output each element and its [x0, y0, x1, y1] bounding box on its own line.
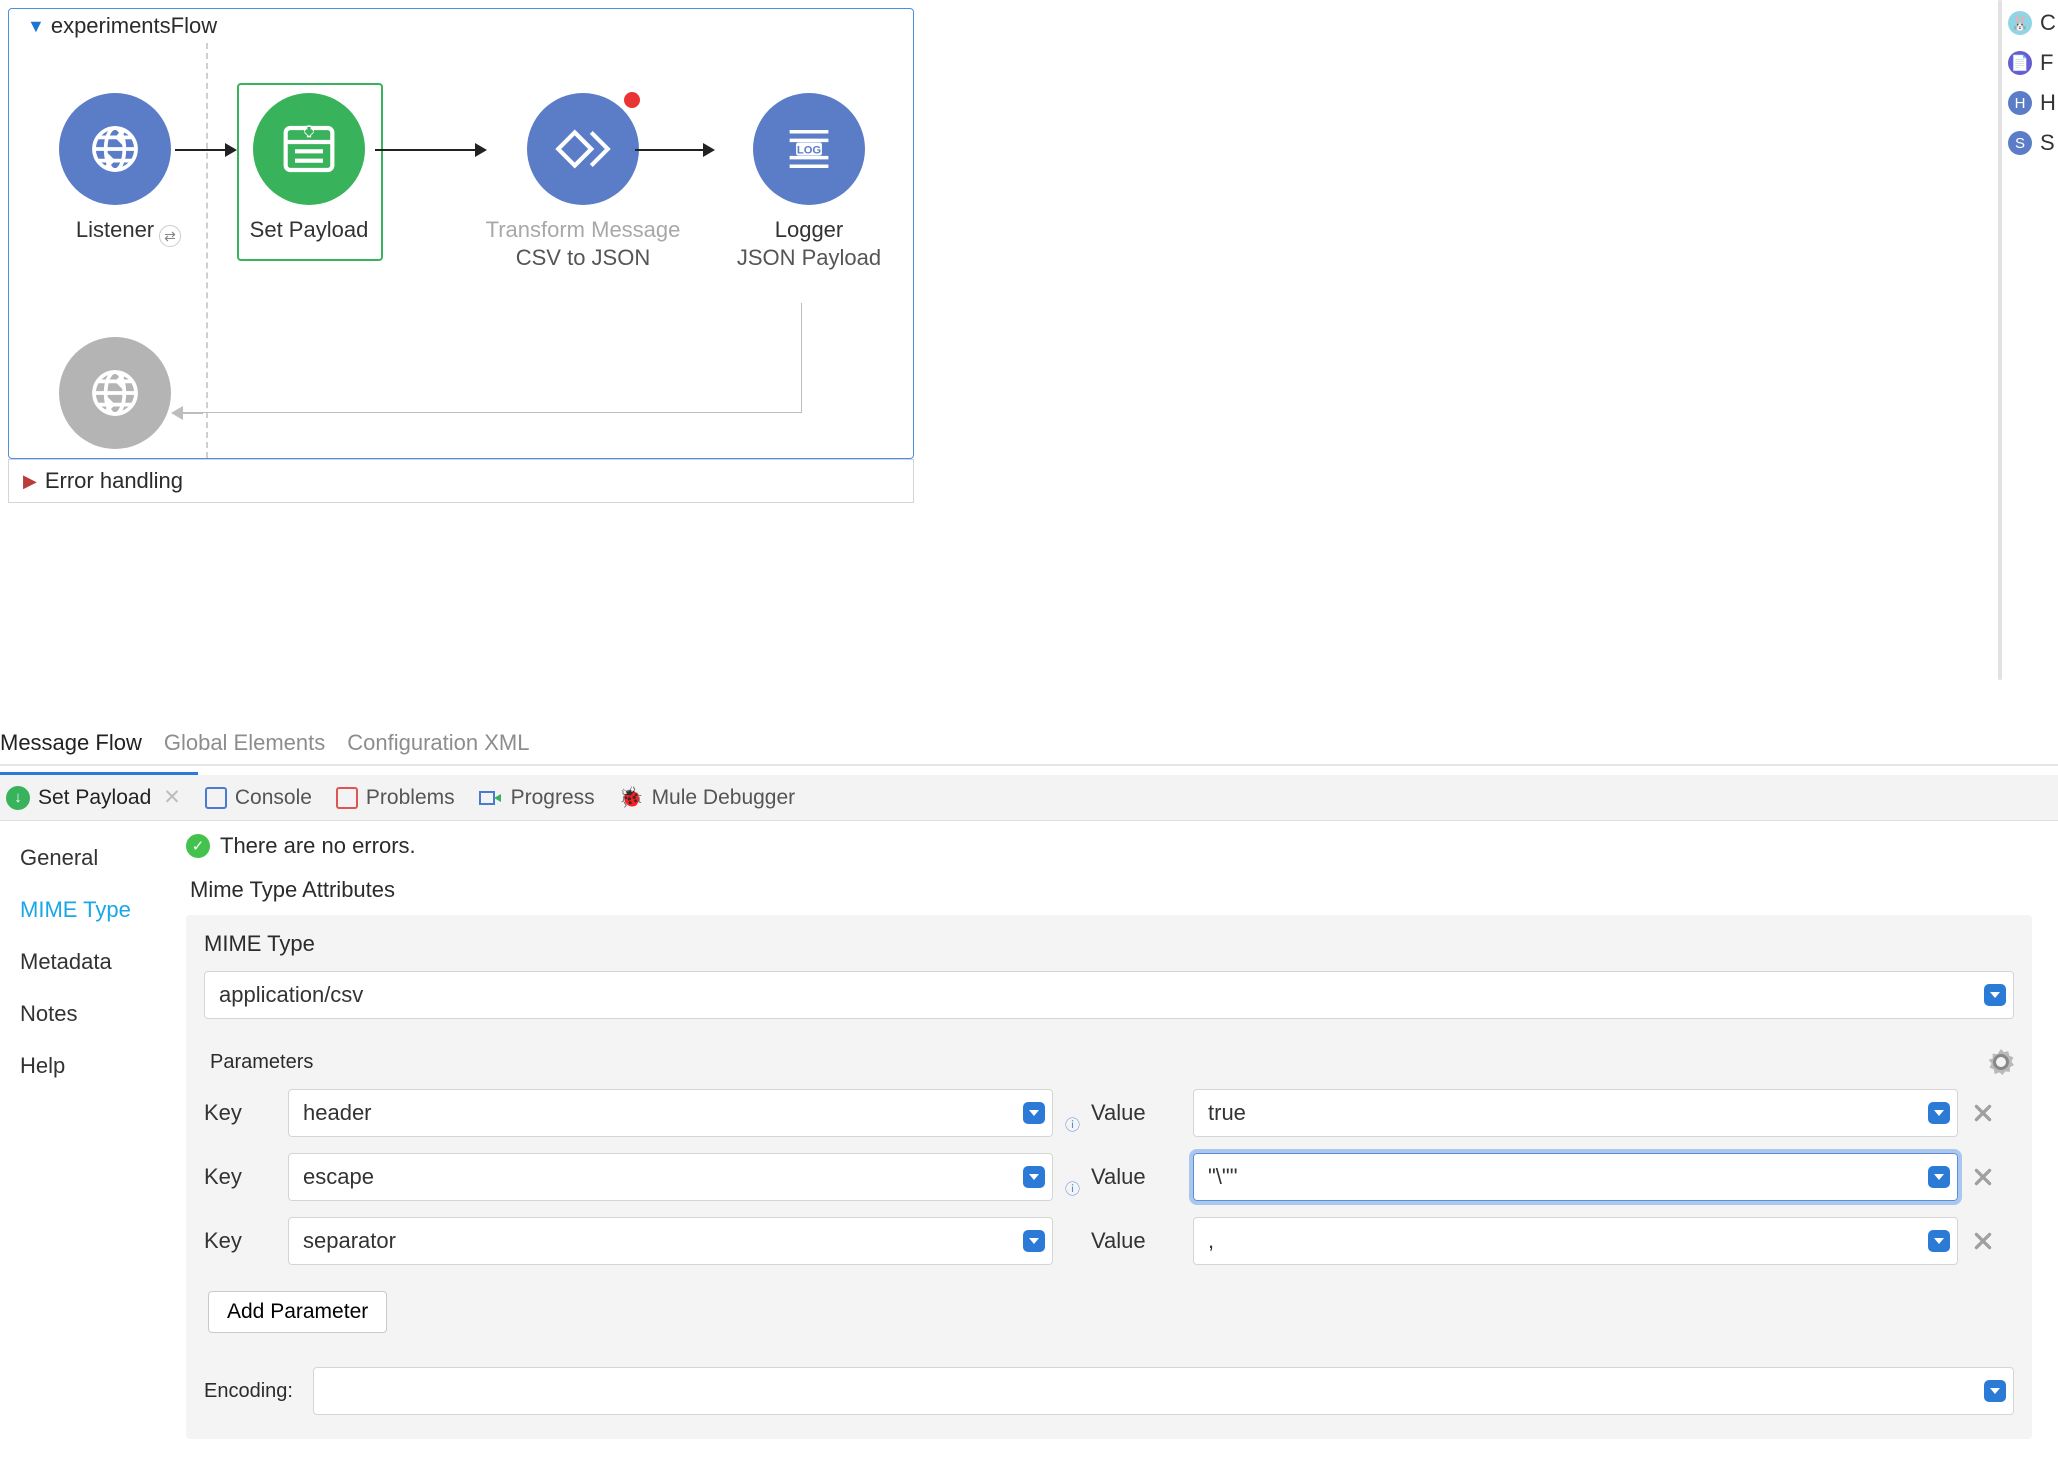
- breakpoint-icon: [624, 92, 640, 108]
- chevron-down-icon[interactable]: [1928, 1230, 1950, 1252]
- encoding-label: Encoding:: [204, 1380, 293, 1403]
- node-transform[interactable]: Transform Message CSV to JSON: [453, 93, 713, 271]
- listener-label: Listener: [15, 217, 215, 243]
- panel-tab-mule-debugger[interactable]: 🐞 Mule Debugger: [619, 785, 796, 810]
- parameter-row: Key ⓘ Value: [204, 1089, 2014, 1137]
- transform-sublabel: CSV to JSON: [453, 245, 713, 271]
- response-icon: [59, 337, 171, 449]
- encoding-select[interactable]: [313, 1367, 2014, 1415]
- sidebar-item-mime-type[interactable]: MIME Type: [20, 897, 171, 923]
- chevron-down-icon[interactable]: [1984, 1380, 2006, 1402]
- ok-icon: ✓: [186, 834, 210, 858]
- editor-subtabs: Message Flow Global Elements Configurati…: [0, 730, 2058, 764]
- error-handling-label: Error handling: [45, 468, 183, 494]
- panel-tab-console[interactable]: Console: [205, 786, 312, 810]
- error-handling-section[interactable]: ▶ Error handling: [8, 459, 914, 503]
- svg-text:LOG: LOG: [797, 144, 822, 156]
- chevron-down-icon[interactable]: [1984, 984, 2006, 1006]
- flow-canvas[interactable]: ▼ experimentsFlow ⇄ Listener: [0, 0, 2058, 730]
- progress-icon: [479, 788, 503, 808]
- expand-triangle-icon[interactable]: ▶: [23, 471, 37, 492]
- set-payload-label: Set Payload: [209, 217, 409, 243]
- mime-card: MIME Type Parameters Key ⓘ Value: [186, 915, 2032, 1439]
- arrow-return-icon: [173, 412, 203, 414]
- arrow-icon: [375, 149, 485, 151]
- param-value-input[interactable]: [1193, 1153, 1958, 1201]
- listener-badge-icon: ⇄: [159, 225, 181, 247]
- parameter-row: Key Value: [204, 1217, 2014, 1265]
- problems-icon: [336, 787, 358, 809]
- param-key-input[interactable]: [288, 1089, 1053, 1137]
- info-icon[interactable]: ⓘ: [1065, 1114, 1079, 1135]
- sidebar-item-metadata[interactable]: Metadata: [20, 949, 171, 975]
- scrollbar[interactable]: [1998, 0, 2002, 680]
- node-listener[interactable]: ⇄ Listener: [15, 93, 215, 243]
- flow-name: experimentsFlow: [51, 13, 217, 39]
- status-banner: ✓ There are no errors.: [186, 827, 2058, 869]
- chevron-down-icon[interactable]: [1928, 1102, 1950, 1124]
- parameters-title: Parameters: [210, 1051, 313, 1074]
- param-value-input[interactable]: [1193, 1217, 1958, 1265]
- chevron-down-icon[interactable]: [1023, 1166, 1045, 1188]
- subtab-configuration-xml[interactable]: Configuration XML: [347, 730, 529, 756]
- logger-label: Logger: [709, 217, 909, 243]
- transform-label: Transform Message: [453, 217, 713, 243]
- collapse-triangle-icon[interactable]: ▼: [27, 16, 45, 37]
- parameter-row: Key ⓘ Value: [204, 1153, 2014, 1201]
- transform-icon: [527, 93, 639, 205]
- logger-sublabel: JSON Payload: [709, 245, 909, 271]
- key-label: Key: [204, 1164, 276, 1190]
- delete-row-icon[interactable]: [1970, 1228, 1996, 1254]
- properties-sidebar: General MIME Type Metadata Notes Help: [0, 821, 172, 1439]
- value-label: Value: [1091, 1228, 1181, 1254]
- info-icon[interactable]: ⓘ: [1065, 1178, 1079, 1199]
- panel-tab-problems[interactable]: Problems: [336, 786, 455, 810]
- key-label: Key: [204, 1100, 276, 1126]
- node-logger[interactable]: LOG Logger JSON Payload: [709, 93, 909, 271]
- value-label: Value: [1091, 1100, 1181, 1126]
- palette-item[interactable]: SS: [2008, 130, 2058, 156]
- return-path: [182, 303, 802, 413]
- flow-header[interactable]: ▼ experimentsFlow: [9, 9, 913, 43]
- status-text: There are no errors.: [220, 833, 416, 859]
- subtab-global-elements[interactable]: Global Elements: [164, 730, 325, 756]
- palette-item[interactable]: HH: [2008, 90, 2058, 116]
- bottom-panel-tabs: ↓ Set Payload ✕ Console Problems Progres…: [0, 775, 2058, 821]
- delete-row-icon[interactable]: [1970, 1100, 1996, 1126]
- chevron-down-icon[interactable]: [1023, 1230, 1045, 1252]
- sidebar-item-notes[interactable]: Notes: [20, 1001, 171, 1027]
- palette-item[interactable]: 🐰C: [2008, 10, 2058, 36]
- chevron-down-icon[interactable]: [1023, 1102, 1045, 1124]
- mime-type-select[interactable]: [204, 971, 2014, 1019]
- panel-tab-set-payload[interactable]: ↓ Set Payload ✕: [6, 785, 181, 810]
- add-parameter-button[interactable]: Add Parameter: [208, 1291, 387, 1333]
- delete-row-icon[interactable]: [1970, 1164, 1996, 1190]
- sidebar-item-help[interactable]: Help: [20, 1053, 171, 1079]
- arrow-icon: [175, 149, 235, 151]
- bug-icon: 🐞: [619, 785, 644, 810]
- sidebar-item-general[interactable]: General: [20, 845, 171, 871]
- arrow-icon: [635, 149, 713, 151]
- mime-type-label: MIME Type: [204, 931, 2014, 957]
- console-icon: [205, 787, 227, 809]
- subtab-message-flow[interactable]: Message Flow: [0, 730, 142, 756]
- set-payload-icon: [253, 93, 365, 205]
- flow-container[interactable]: ▼ experimentsFlow ⇄ Listener: [8, 8, 914, 459]
- param-key-input[interactable]: [288, 1217, 1053, 1265]
- chevron-down-icon[interactable]: [1928, 1166, 1950, 1188]
- palette: 🐰C 📄F HH SS: [2008, 10, 2058, 156]
- value-label: Value: [1091, 1164, 1181, 1190]
- node-set-payload[interactable]: Set Payload: [209, 93, 409, 243]
- palette-item[interactable]: 📄F: [2008, 50, 2058, 76]
- listener-icon: [59, 93, 171, 205]
- close-icon[interactable]: ✕: [163, 785, 181, 810]
- param-key-input[interactable]: [288, 1153, 1053, 1201]
- gear-icon[interactable]: [1988, 1049, 2014, 1075]
- section-title: Mime Type Attributes: [190, 877, 2058, 903]
- param-value-input[interactable]: [1193, 1089, 1958, 1137]
- panel-tab-progress[interactable]: Progress: [479, 786, 595, 810]
- set-payload-tab-icon: ↓: [6, 786, 30, 810]
- key-label: Key: [204, 1228, 276, 1254]
- logger-icon: LOG: [753, 93, 865, 205]
